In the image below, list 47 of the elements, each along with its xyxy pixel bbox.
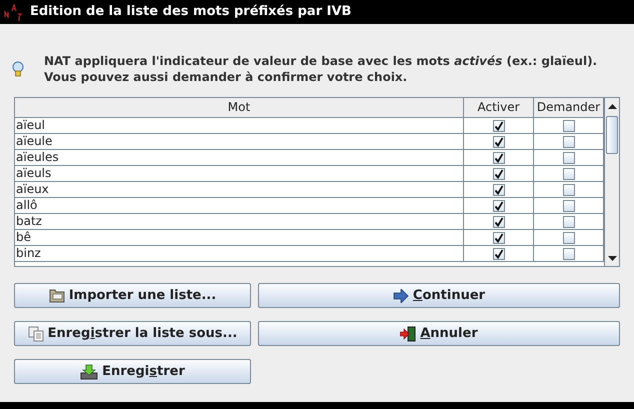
folder-icon — [48, 288, 65, 303]
checkbox[interactable] — [492, 216, 504, 228]
window-title: Edition de la liste des mots préfixés par IVB — [30, 3, 352, 22]
column-header[interactable]: Mot — [15, 98, 464, 118]
scroll-down-icon[interactable] — [608, 256, 616, 260]
button[interactable]: Continuer — [258, 283, 620, 308]
right-arrow-icon — [392, 288, 409, 302]
checkbox[interactable] — [492, 184, 504, 196]
table-cell: allô — [15, 198, 464, 214]
documents-icon — [28, 326, 44, 342]
checkbox[interactable] — [562, 152, 574, 164]
checkbox[interactable] — [492, 136, 504, 148]
checkbox[interactable] — [492, 168, 504, 180]
app-logo-icon — [4, 3, 24, 21]
checkbox[interactable] — [562, 200, 574, 212]
checkbox[interactable] — [562, 168, 574, 180]
table-cell: batz — [15, 214, 464, 230]
checkbox[interactable] — [562, 216, 574, 228]
lightbulb-icon — [12, 61, 24, 77]
scrollbar[interactable] — [604, 98, 619, 266]
checkbox[interactable] — [492, 232, 504, 244]
table-cell: aïeuls — [15, 166, 464, 182]
checkbox[interactable] — [492, 152, 504, 164]
table-cell: aïeul — [15, 118, 464, 134]
scroll-up-icon[interactable] — [608, 104, 616, 108]
table-cell: aïeux — [15, 182, 464, 198]
download-tray-icon — [80, 364, 98, 380]
column-header[interactable]: Activer — [464, 98, 534, 118]
info-text: NAT appliquera l'indicateur de valeur de base avec les mots activés (ex.: glaïeul). Vous pouvez aussi demander à confirmer votre choix. — [44, 53, 598, 85]
button[interactable]: Enregistrer — [14, 359, 251, 384]
checkbox[interactable] — [492, 248, 504, 260]
checkbox[interactable] — [562, 184, 574, 196]
checkbox[interactable] — [562, 136, 574, 148]
checkbox[interactable] — [562, 248, 574, 260]
checkbox[interactable] — [562, 120, 574, 132]
checkbox[interactable] — [492, 120, 504, 132]
table-cell: bê — [15, 230, 464, 246]
button[interactable]: Enregistrer la liste sous... — [14, 321, 251, 346]
scroll-thumb[interactable] — [606, 116, 618, 154]
table-cell: aïeules — [15, 150, 464, 166]
checkbox[interactable] — [562, 232, 574, 244]
checkbox[interactable] — [492, 200, 504, 212]
exit-door-icon — [400, 326, 416, 342]
table-cell: aïeule — [15, 134, 464, 150]
table-cell: binz — [15, 246, 464, 262]
button[interactable]: Importer une liste... — [14, 283, 251, 308]
button[interactable]: Annuler — [258, 321, 620, 346]
